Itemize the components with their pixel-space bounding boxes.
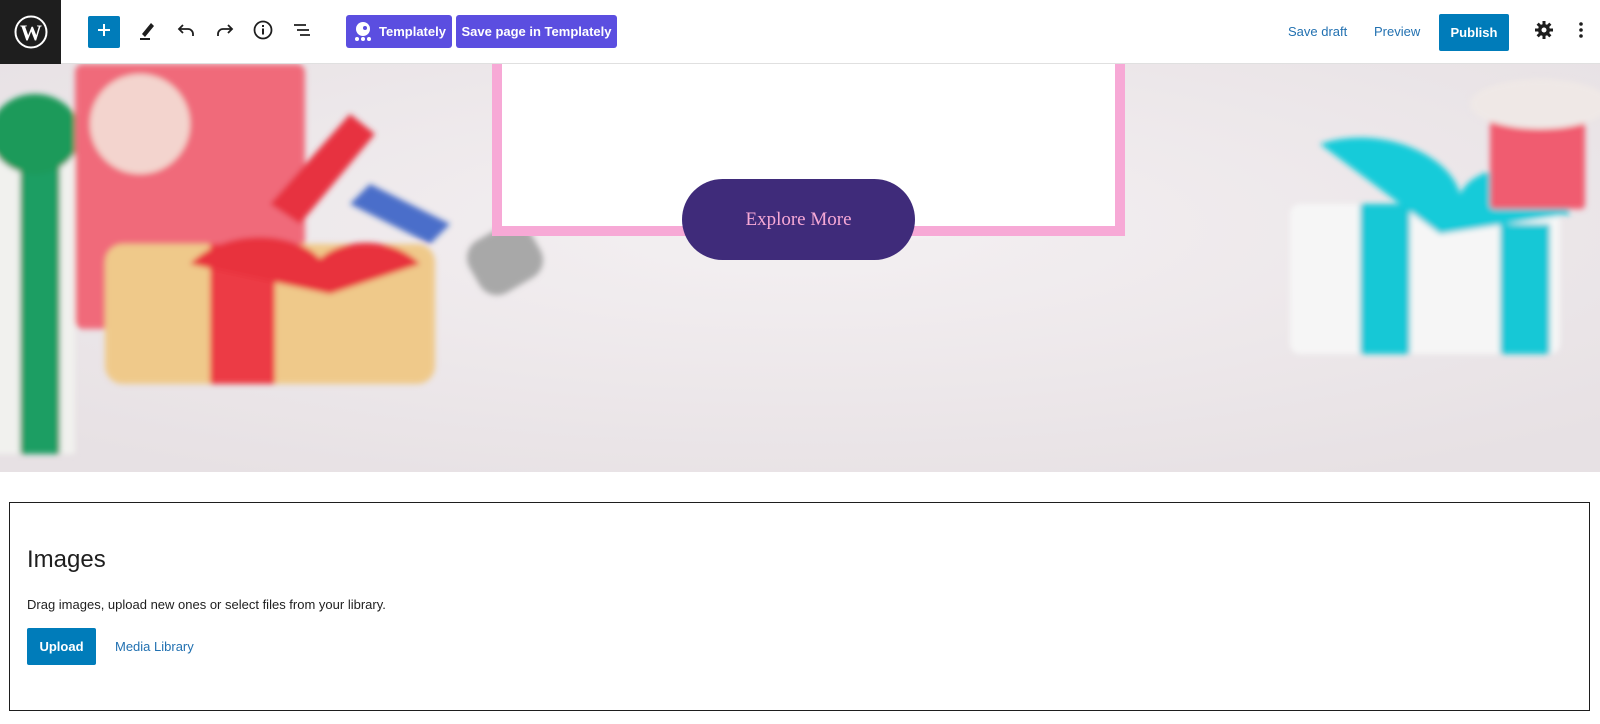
info-icon xyxy=(252,19,274,46)
images-block-title: Images xyxy=(27,546,106,573)
add-block-button[interactable] xyxy=(88,16,120,48)
plus-icon xyxy=(96,22,112,43)
settings-button[interactable] xyxy=(1531,16,1557,48)
save-page-in-templately-button[interactable]: Save page in Templately xyxy=(456,15,617,48)
undo-icon xyxy=(175,19,197,46)
upload-button[interactable]: Upload xyxy=(27,628,96,665)
publish-button[interactable]: Publish xyxy=(1439,14,1509,51)
hero-cover-block[interactable]: Explore More xyxy=(0,64,1600,472)
explore-more-button[interactable]: Explore More xyxy=(682,179,915,260)
redo-icon xyxy=(214,19,236,46)
pencil-icon xyxy=(136,19,158,46)
options-button[interactable] xyxy=(1571,16,1591,48)
list-view-icon xyxy=(291,19,313,46)
save-draft-button[interactable]: Save draft xyxy=(1288,24,1347,39)
more-vertical-icon xyxy=(1578,20,1584,45)
preview-button[interactable]: Preview xyxy=(1374,24,1420,39)
details-button[interactable] xyxy=(249,16,277,48)
gear-icon xyxy=(1534,20,1554,45)
templately-label: Templately xyxy=(379,24,446,39)
media-library-button[interactable]: Media Library xyxy=(115,639,194,654)
templately-button[interactable]: Templately xyxy=(346,15,452,48)
editor-toolbar: W Templately Save page in Templately Sav… xyxy=(0,0,1600,64)
svg-text:W: W xyxy=(20,20,42,45)
list-view-button[interactable] xyxy=(288,16,316,48)
templately-icon xyxy=(353,21,373,43)
images-block-description: Drag images, upload new ones or select f… xyxy=(27,597,386,612)
undo-button[interactable] xyxy=(172,16,200,48)
edit-tool-button[interactable] xyxy=(133,16,161,48)
redo-button[interactable] xyxy=(211,16,239,48)
save-page-in-templately-label: Save page in Templately xyxy=(461,24,612,39)
wordpress-logo-icon[interactable]: W xyxy=(0,0,61,64)
gallery-placeholder-block[interactable]: Images Drag images, upload new ones or s… xyxy=(9,502,1590,711)
